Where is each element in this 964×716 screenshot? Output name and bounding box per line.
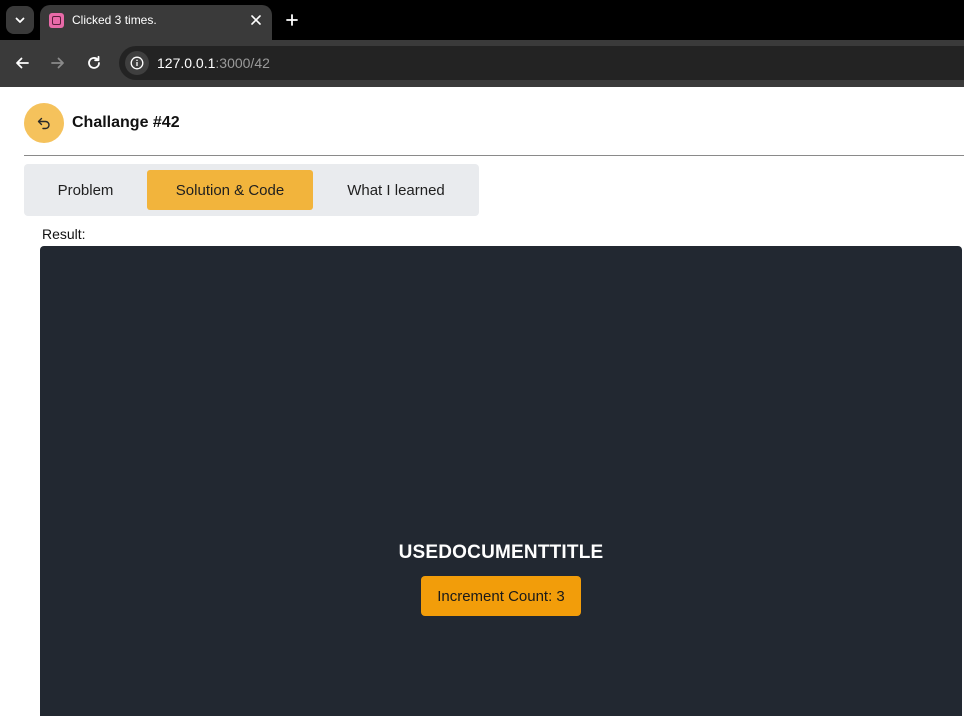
tab-search-button[interactable] (6, 6, 34, 34)
browser-toolbar: 127.0.0.1:3000/42 (0, 40, 964, 87)
favicon-icon (49, 13, 64, 28)
demo-title: USEDOCUMENTTITLE (398, 542, 604, 563)
page-header: Challange #42 (24, 103, 180, 143)
undo-arrow-icon (37, 117, 50, 130)
tab-what-i-learned[interactable]: What I learned (319, 170, 473, 210)
browser-tab[interactable]: Clicked 3 times. (40, 5, 272, 40)
url-path: :3000/42 (215, 55, 270, 71)
section-tabs: Problem Solution & Code What I learned (24, 164, 479, 216)
address-bar[interactable]: 127.0.0.1:3000/42 (119, 46, 964, 80)
back-nav-button[interactable] (11, 52, 33, 74)
browser-tab-strip: Clicked 3 times. (0, 0, 964, 40)
new-tab-button[interactable] (282, 10, 302, 30)
arrow-right-icon (51, 57, 64, 69)
tab-title: Clicked 3 times. (72, 13, 157, 27)
tab-close-button[interactable] (248, 12, 264, 28)
site-info-button[interactable] (125, 51, 149, 75)
result-panel: USEDOCUMENTTITLE Increment Count: 3 (40, 246, 962, 716)
page-title: Challange #42 (72, 114, 180, 131)
chevron-down-icon (15, 17, 25, 23)
tab-solution-code[interactable]: Solution & Code (147, 170, 313, 210)
tab-problem[interactable]: Problem (30, 170, 141, 210)
increment-count-button[interactable]: Increment Count: 3 (421, 576, 581, 616)
reload-icon (88, 55, 100, 69)
info-icon (130, 56, 144, 70)
url-host: 127.0.0.1 (157, 55, 216, 71)
forward-nav-button[interactable] (47, 52, 69, 74)
arrow-left-icon (16, 57, 29, 69)
plus-icon (286, 14, 298, 26)
result-label: Result: (42, 226, 86, 242)
demo-content: USEDOCUMENTTITLE Increment Count: 3 (40, 542, 962, 616)
back-button[interactable] (24, 103, 64, 143)
reload-button[interactable] (83, 52, 105, 74)
close-icon (251, 15, 261, 25)
url-text: 127.0.0.1:3000/42 (157, 55, 270, 71)
header-divider (24, 155, 964, 156)
